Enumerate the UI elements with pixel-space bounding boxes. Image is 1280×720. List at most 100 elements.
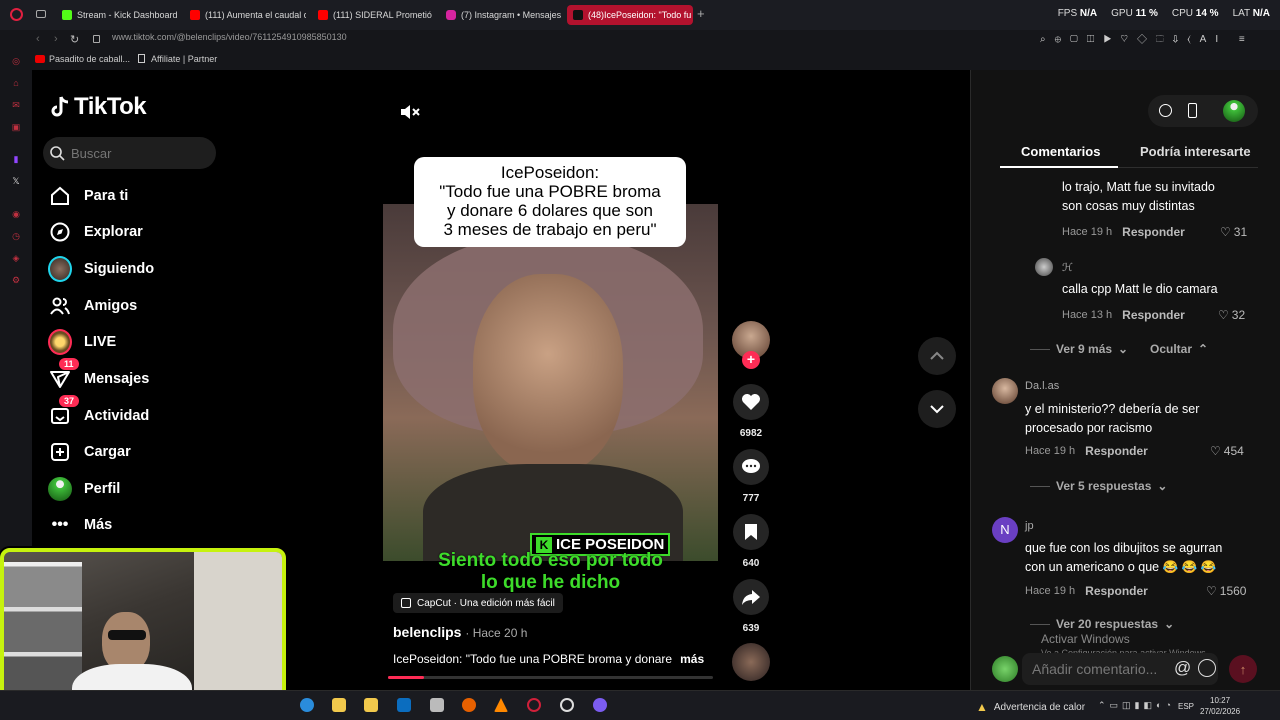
view-replies-button[interactable]: Ver 5 respuestas ⌄ [1030, 479, 1167, 493]
more-link[interactable]: más [680, 652, 704, 666]
app-icon[interactable] [430, 698, 444, 712]
x-icon[interactable]: 𝕏 [10, 175, 22, 187]
opera-taskbar-icon[interactable] [527, 698, 541, 712]
add-comment-input[interactable]: Añadir comentario... @ [1022, 653, 1218, 685]
comment-avatar[interactable] [992, 378, 1018, 404]
tab-kick[interactable]: Stream - Kick Dashboard [56, 5, 178, 25]
address-icons[interactable]: ⌕⊕▢◫▶♡◇⬚⇩⟨AI ≡ [1040, 34, 1254, 45]
history-icon[interactable]: ◷ [10, 230, 22, 242]
firefox-icon[interactable] [462, 698, 476, 712]
reload-icon[interactable]: ↻ [70, 33, 79, 46]
reply-button[interactable]: Responder [1085, 584, 1148, 598]
nav-item-siguiendo[interactable]: Siguiendo [48, 255, 154, 283]
save-action[interactable]: 640 [733, 514, 769, 569]
comment-like[interactable]: ♡ 454 [1210, 444, 1244, 458]
tiktok-icon [573, 10, 583, 20]
comment-like[interactable]: ♡ 32 [1218, 308, 1245, 322]
heart-icon[interactable] [733, 384, 769, 420]
obs-icon[interactable] [560, 698, 574, 712]
tab-comentarios[interactable]: Comentarios [1021, 144, 1100, 159]
comment-action[interactable]: 777 [733, 449, 769, 504]
settings-icon[interactable]: ⚙ [10, 274, 22, 286]
nav-item-cargar[interactable]: Cargar [48, 438, 131, 466]
nav-item-para-ti[interactable]: Para ti [48, 182, 128, 210]
comment-like[interactable]: ♡ 1560 [1206, 584, 1246, 598]
nav-item-actividad[interactable]: 37 Actividad [48, 395, 149, 430]
comment-username[interactable]: Da.l.as [1025, 380, 1059, 392]
language-indicator[interactable]: ESP [1178, 702, 1194, 711]
comment-username[interactable]: ℋ [1062, 261, 1073, 274]
url-field[interactable]: www.tiktok.com/@belenclips/video/7611254… [112, 32, 347, 42]
video-progress-bar[interactable] [388, 676, 713, 679]
sidebar-icon-2[interactable]: ⌂ [10, 77, 22, 89]
sidebar-icon-4[interactable]: ▣ [10, 121, 22, 133]
mention-icon[interactable]: @ [1174, 658, 1191, 678]
comment-avatar[interactable] [1035, 258, 1053, 276]
forward-icon[interactable]: › [54, 33, 58, 45]
hide-replies-button[interactable]: Ocultar ⌃ [1150, 342, 1208, 356]
search-input[interactable] [71, 145, 211, 161]
video-author[interactable]: belenclips · Hace 20 h [393, 624, 527, 640]
reply-button[interactable]: Responder [1122, 225, 1185, 239]
reply-button[interactable]: Responder [1085, 444, 1148, 458]
sidebar-icon-5[interactable]: ◉ [10, 208, 22, 220]
nav-item-perfil[interactable]: Perfil [48, 475, 120, 503]
friends-icon [48, 294, 72, 318]
music-disc-icon[interactable] [732, 643, 770, 681]
tab-tiktok-active[interactable]: (48)IcePoseidon: "Todo fu [567, 5, 693, 25]
next-video-button[interactable] [918, 390, 956, 428]
nav-item-explorar[interactable]: Explorar [48, 218, 143, 246]
like-action[interactable]: 6982 [733, 384, 769, 439]
comment-like[interactable]: ♡ 31 [1220, 225, 1247, 239]
system-tray-icons[interactable]: ⌃▭◫▮◧◐◔ [1098, 700, 1175, 711]
nav-item-live[interactable]: LIVE [48, 328, 116, 356]
mute-icon[interactable] [398, 100, 422, 124]
nav-item-mensajes[interactable]: 11 Mensajes [48, 358, 149, 393]
user-avatar[interactable] [1223, 100, 1245, 122]
opera-logo-icon[interactable] [10, 8, 23, 21]
twitch-icon[interactable]: ▮ [10, 153, 22, 165]
previous-video-button[interactable] [918, 337, 956, 375]
new-tab-icon[interactable]: + [697, 7, 705, 20]
nav-item-mas[interactable]: ••• Más [48, 511, 113, 539]
comment-icon[interactable] [733, 449, 769, 485]
sidebar-icon-3[interactable]: ✉ [10, 99, 22, 111]
tab-podria-interesarte[interactable]: Podría interesarte [1140, 144, 1251, 159]
bookmark-icon[interactable] [733, 514, 769, 550]
back-icon[interactable]: ‹ [36, 33, 40, 45]
bookmark-pasadito[interactable]: Pasadito de caball... [49, 54, 130, 64]
search-box[interactable] [43, 137, 216, 169]
tab-youtube-2[interactable]: (111) SIDERAL Prometió 10 [312, 5, 434, 25]
folder-icon[interactable] [364, 698, 378, 712]
workspaces-icon[interactable] [36, 10, 46, 18]
sidebar-icon-6[interactable]: ◈ [10, 252, 22, 264]
comment-count: 777 [742, 493, 760, 504]
comment-username[interactable]: jp [1025, 520, 1034, 532]
emoji-icon[interactable] [1198, 659, 1216, 677]
nav-item-amigos[interactable]: Amigos [48, 292, 137, 320]
mobile-icon[interactable] [1188, 103, 1197, 118]
clock[interactable]: 10:27 27/02/2026 [1200, 695, 1240, 717]
tab-youtube-1[interactable]: (111) Aumenta el caudal de [184, 5, 306, 25]
edge-icon[interactable] [300, 698, 314, 712]
compass-small-icon[interactable] [1159, 104, 1172, 117]
tiktok-logo[interactable]: TikTok [50, 93, 147, 121]
outlook-icon[interactable] [397, 698, 411, 712]
video-player[interactable] [383, 204, 718, 561]
sidebar-icon-1[interactable]: ◎ [10, 55, 22, 67]
view-more-replies-button[interactable]: Ver 9 más ⌄ [1030, 342, 1128, 356]
heat-warning[interactable]: ▲ Advertencia de calor [976, 700, 1085, 714]
comment-avatar[interactable]: N [992, 517, 1018, 543]
capcut-link[interactable]: CapCut · Una edición más fácil [393, 593, 563, 613]
view-replies-button[interactable]: Ver 20 respuestas ⌄ [1030, 617, 1174, 631]
bookmark-affiliate[interactable]: Affiliate | Partner [151, 54, 217, 64]
share-icon[interactable] [733, 579, 769, 615]
file-explorer-icon[interactable] [332, 698, 346, 712]
instagram-icon [446, 10, 456, 20]
reply-button[interactable]: Responder [1122, 308, 1185, 322]
discord-icon[interactable] [593, 698, 607, 712]
follow-button[interactable]: + [742, 351, 760, 369]
tab-instagram[interactable]: (7) Instagram • Mensajes [440, 5, 562, 25]
share-action[interactable]: 639 [733, 579, 769, 634]
send-comment-button[interactable]: ↑ [1229, 655, 1257, 683]
